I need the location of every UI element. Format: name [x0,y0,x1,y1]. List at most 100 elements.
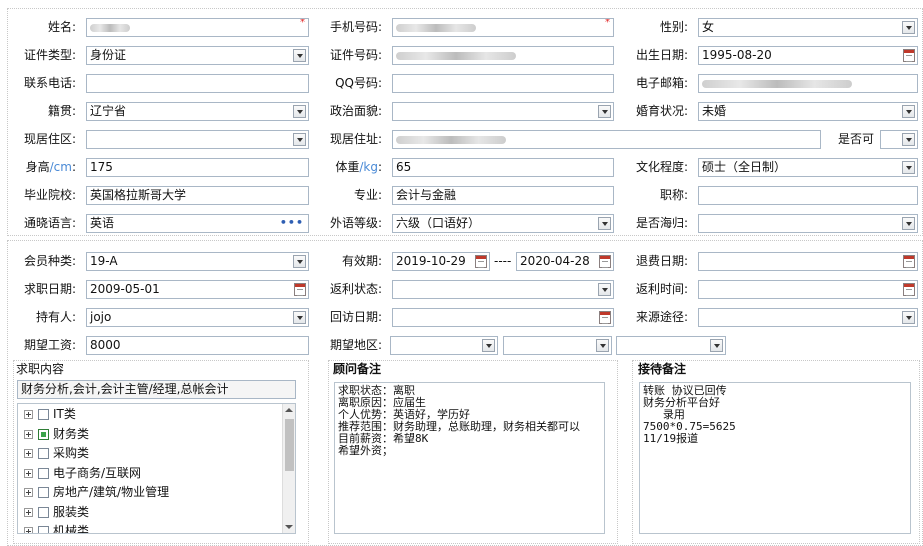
language-input[interactable]: 英语 ••• [86,214,309,233]
job-content-selected-value: 财务分析,会计,会计主管/经理,总帐会计 [21,382,229,396]
plus-expander-icon[interactable] [24,449,33,458]
tree-checkbox[interactable] [38,409,49,420]
consultant-notes-textarea[interactable]: 求职状态：离职 离职原因：应届生 个人优势：英语好，学历好 推荐范围：财务助理，… [334,382,605,534]
chevron-down-icon[interactable] [598,105,611,118]
member-type-select[interactable]: 19-A [86,252,309,271]
plus-expander-icon[interactable] [24,429,33,439]
ellipsis-icon[interactable]: ••• [280,215,304,230]
chevron-down-icon[interactable] [293,311,306,324]
source-select[interactable] [698,308,918,327]
name-input[interactable]: * [86,18,309,37]
expected-district-select[interactable] [616,336,726,355]
politics-select[interactable] [392,102,614,121]
scroll-thumb[interactable] [285,419,294,471]
chevron-down-icon[interactable] [598,217,611,230]
marital-select[interactable]: 未婚 [698,102,918,121]
rebate-time-input[interactable] [698,280,918,299]
tree-checkbox[interactable] [38,526,49,533]
tree-node[interactable]: 财务类 [24,425,89,443]
source-label: 来源途径: [635,310,688,324]
plus-expander-icon[interactable] [24,527,33,533]
weight-input[interactable]: 65 [392,158,614,177]
qq-input[interactable] [392,74,614,93]
id-number-label: 证件号码: [329,48,382,62]
language-level-value: 六级（口语好） [396,216,481,230]
plus-expander-icon[interactable] [24,468,33,478]
calendar-icon[interactable] [475,255,487,268]
height-input[interactable]: 175 [86,158,309,177]
tree-checkbox[interactable] [38,467,49,479]
scroll-up-icon[interactable] [285,408,293,412]
chevron-down-icon[interactable] [902,311,915,324]
mobile-input[interactable]: * [392,18,614,37]
consultant-notes-header: 顾问备注 [333,362,382,376]
validity-end-input[interactable]: 2020-04-28 [516,252,614,271]
tree-node[interactable]: 机械类 [24,522,90,534]
tree-scrollbar[interactable] [282,404,295,533]
language-level-select[interactable]: 六级（口语好） [392,214,614,233]
job-content-selected[interactable]: 财务分析,会计,会计主管/经理,总帐会计 [17,380,296,399]
scroll-down-icon[interactable] [285,525,293,529]
salary-input[interactable]: 8000 [86,336,309,355]
school-input[interactable]: 英国格拉斯哥大学 [86,186,309,205]
chevron-down-icon[interactable] [596,339,609,352]
phone-input[interactable] [86,74,309,93]
holder-select[interactable]: jojo [86,308,309,327]
chevron-down-icon[interactable] [902,217,915,230]
tree-node[interactable]: 采购类 [24,444,89,462]
calendar-icon[interactable] [599,311,611,324]
chevron-down-icon[interactable] [902,21,915,34]
chevron-down-icon[interactable] [902,161,915,174]
job-date-input[interactable]: 2009-05-01 [86,280,309,299]
chevron-down-icon[interactable] [293,49,306,62]
receiver-notes-textarea[interactable]: 转账 协议已回传 财务分析平台好 录用 7500*0.75=5625 11/19… [639,382,911,534]
chevron-down-icon[interactable] [902,133,915,146]
plus-expander-icon[interactable] [24,410,33,419]
id-type-select[interactable]: 身份证 [86,46,309,65]
calendar-icon[interactable] [903,49,915,62]
tree-node[interactable]: 房地产/建筑/物业管理 [24,483,169,501]
tree-node[interactable]: 服装类 [24,503,89,521]
visit-date-input[interactable] [392,308,614,327]
gender-select[interactable]: 女 [698,18,918,37]
residence-address-input[interactable] [392,130,821,149]
tree-checkbox[interactable] [38,487,49,498]
job-category-tree[interactable]: IT类财务类 采购类电子商务/互联网房地产/建筑/物业管理服装类机械类 [17,403,296,534]
hometown-select[interactable]: 辽宁省 [86,102,309,121]
expected-city-select[interactable] [503,336,612,355]
tree-node-label: 机械类 [53,524,90,534]
rebate-status-select[interactable] [392,280,614,299]
residence-area-select[interactable] [86,130,309,149]
chevron-down-icon[interactable] [598,283,611,296]
expected-province-select[interactable] [390,336,498,355]
chevron-down-icon[interactable] [293,255,306,268]
calendar-icon[interactable] [294,283,306,296]
is-ok-select[interactable] [880,130,918,149]
tree-node-label: 房地产/建筑/物业管理 [53,485,170,499]
title-input[interactable] [698,186,918,205]
education-select[interactable]: 硕士（全日制） [698,158,918,177]
id-number-input[interactable] [392,46,614,65]
calendar-icon[interactable] [903,283,915,296]
plus-expander-icon[interactable] [24,488,33,497]
chevron-down-icon[interactable] [710,339,723,352]
email-input[interactable] [698,74,918,93]
tree-checkbox[interactable] [38,448,49,459]
refund-date-input[interactable] [698,252,918,271]
calendar-icon[interactable] [599,255,611,268]
chevron-down-icon[interactable] [293,105,306,118]
chevron-down-icon[interactable] [293,133,306,146]
chevron-down-icon[interactable] [902,105,915,118]
major-input[interactable]: 会计与金融 [392,186,614,205]
overseas-select[interactable] [698,214,918,233]
validity-start-input[interactable]: 2019-10-29 [392,252,490,271]
birth-date-label: 出生日期: [635,48,688,62]
chevron-down-icon[interactable] [482,339,495,352]
tree-checkbox[interactable] [38,428,49,440]
plus-expander-icon[interactable] [24,507,33,517]
birth-date-input[interactable]: 1995-08-20 [698,46,918,65]
tree-checkbox[interactable] [38,506,49,518]
tree-node[interactable]: IT类 [24,405,76,423]
calendar-icon[interactable] [903,255,915,268]
tree-node[interactable]: 电子商务/互联网 [24,464,141,482]
